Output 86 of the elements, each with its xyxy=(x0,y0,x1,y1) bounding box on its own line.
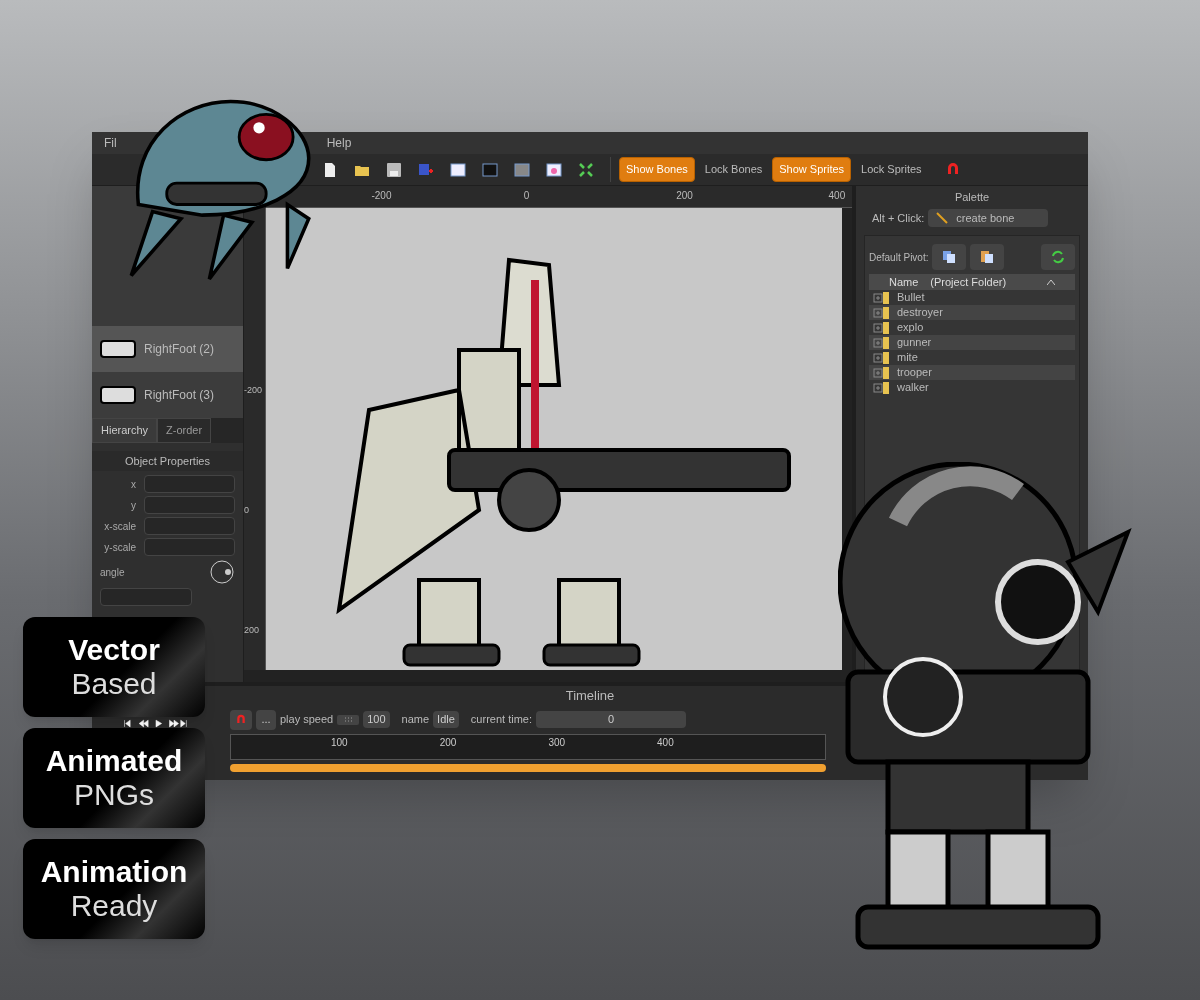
field-label: Alt + Click: xyxy=(872,210,925,226)
play-speed-field[interactable]: 100 xyxy=(363,711,390,728)
magnet-button[interactable] xyxy=(230,709,252,730)
copy-pivot-button[interactable] xyxy=(932,244,967,270)
expand-folder-icon xyxy=(873,305,889,320)
folder-row[interactable]: mite xyxy=(869,350,1075,365)
tick-label: 400 xyxy=(657,735,674,750)
window-icon[interactable] xyxy=(450,161,466,178)
paste-icon xyxy=(980,250,995,264)
expand-folder-icon xyxy=(873,335,889,350)
field-label: y xyxy=(130,498,136,513)
ruler-label: 200 xyxy=(676,189,693,203)
toggle-button[interactable]: Lock Sprites xyxy=(855,158,928,181)
color-window-icon[interactable] xyxy=(546,161,562,178)
folder-row[interactable]: Bullet xyxy=(869,290,1075,305)
field-label: name xyxy=(401,712,430,728)
field-label: x-scale xyxy=(103,519,136,534)
column-header[interactable]: (Project Folder) xyxy=(930,273,1007,291)
expand-folder-icon xyxy=(873,380,889,395)
expand-folder-icon xyxy=(873,290,889,305)
menu-item[interactable]: Help xyxy=(326,134,352,152)
badge-title: Animated xyxy=(45,744,183,778)
folder-row[interactable]: gunner xyxy=(869,335,1075,350)
expand-folder-icon xyxy=(873,350,889,365)
fit-view-icon[interactable] xyxy=(578,161,594,178)
current-time-field[interactable]: 0 xyxy=(536,711,686,728)
ruler-label: 0 xyxy=(523,189,530,203)
field-label: x xyxy=(130,477,136,492)
tick-label: 200 xyxy=(439,735,457,750)
magnet-icon xyxy=(235,713,247,726)
sprite-thumbnail xyxy=(100,340,136,358)
badge-title: Vector xyxy=(68,633,160,667)
ruler-label: -200 xyxy=(244,383,262,397)
sprite-thumbnail xyxy=(100,386,136,404)
refresh-icon xyxy=(1051,250,1065,264)
scrollbar[interactable] xyxy=(244,670,852,682)
field-label: angle xyxy=(100,565,125,580)
animation-name-field[interactable]: Idle xyxy=(433,711,459,728)
expand-folder-icon xyxy=(873,365,889,380)
menu-item[interactable]: Fil xyxy=(104,134,117,152)
folder-row[interactable]: walker xyxy=(869,380,1075,395)
expand-folder-icon xyxy=(873,320,889,335)
column-header[interactable]: Name xyxy=(889,273,919,291)
new-file-icon[interactable] xyxy=(322,161,338,178)
timeline-ruler[interactable]: 100 200 300 400 xyxy=(230,733,826,760)
save-as-icon[interactable] xyxy=(418,161,434,178)
timeline-scrollbar[interactable] xyxy=(230,763,826,772)
panel-tab[interactable]: Hierarchy xyxy=(92,418,158,443)
save-icon[interactable] xyxy=(386,161,402,178)
ruler-label: 0 xyxy=(244,503,249,517)
number-field[interactable] xyxy=(100,588,192,606)
tick-label: 300 xyxy=(548,735,566,750)
folder-row[interactable]: explo xyxy=(869,320,1075,335)
badge-subtitle: Based xyxy=(71,667,157,701)
badge-title: Animation xyxy=(40,855,188,889)
paste-pivot-button[interactable] xyxy=(970,244,1005,270)
panel-header: Palette xyxy=(953,190,991,205)
tool-dropdown[interactable]: create bone xyxy=(928,208,1049,227)
ruler-label: 400 xyxy=(828,189,846,203)
field-label: y-scale xyxy=(103,540,136,555)
ruler-label: 200 xyxy=(244,623,260,637)
field-label: Default Pivot: xyxy=(869,250,929,265)
hierarchy-item[interactable]: RightFoot (2) xyxy=(92,326,243,372)
number-field[interactable] xyxy=(144,517,235,535)
panel-tab[interactable]: Z-order xyxy=(157,418,212,443)
folder-row[interactable]: destroyer xyxy=(869,305,1075,320)
more-button[interactable]: ... xyxy=(256,709,276,730)
badge-subtitle: PNGs xyxy=(74,778,154,812)
number-field[interactable] xyxy=(144,475,235,493)
toggle-button[interactable]: Lock Bones xyxy=(698,158,769,181)
panel-header: Object Properties xyxy=(92,450,243,471)
slider-grip-icon[interactable] xyxy=(337,714,360,725)
refresh-button[interactable] xyxy=(1041,244,1075,270)
number-field[interactable] xyxy=(144,496,235,514)
tick-label: 100 xyxy=(331,735,348,750)
badge-subtitle: Ready xyxy=(70,889,158,923)
folder-row[interactable]: trooper xyxy=(869,365,1075,380)
copy-icon xyxy=(942,250,957,264)
angle-dial-icon[interactable] xyxy=(209,559,235,585)
canvas[interactable] xyxy=(266,208,842,670)
field-label: current time: xyxy=(470,712,532,728)
bone-icon xyxy=(936,211,949,224)
number-field[interactable] xyxy=(144,538,235,556)
ruler-label: -200 xyxy=(371,189,392,203)
field-label: play speed xyxy=(280,712,334,728)
panel-header: Timeline xyxy=(564,687,616,705)
